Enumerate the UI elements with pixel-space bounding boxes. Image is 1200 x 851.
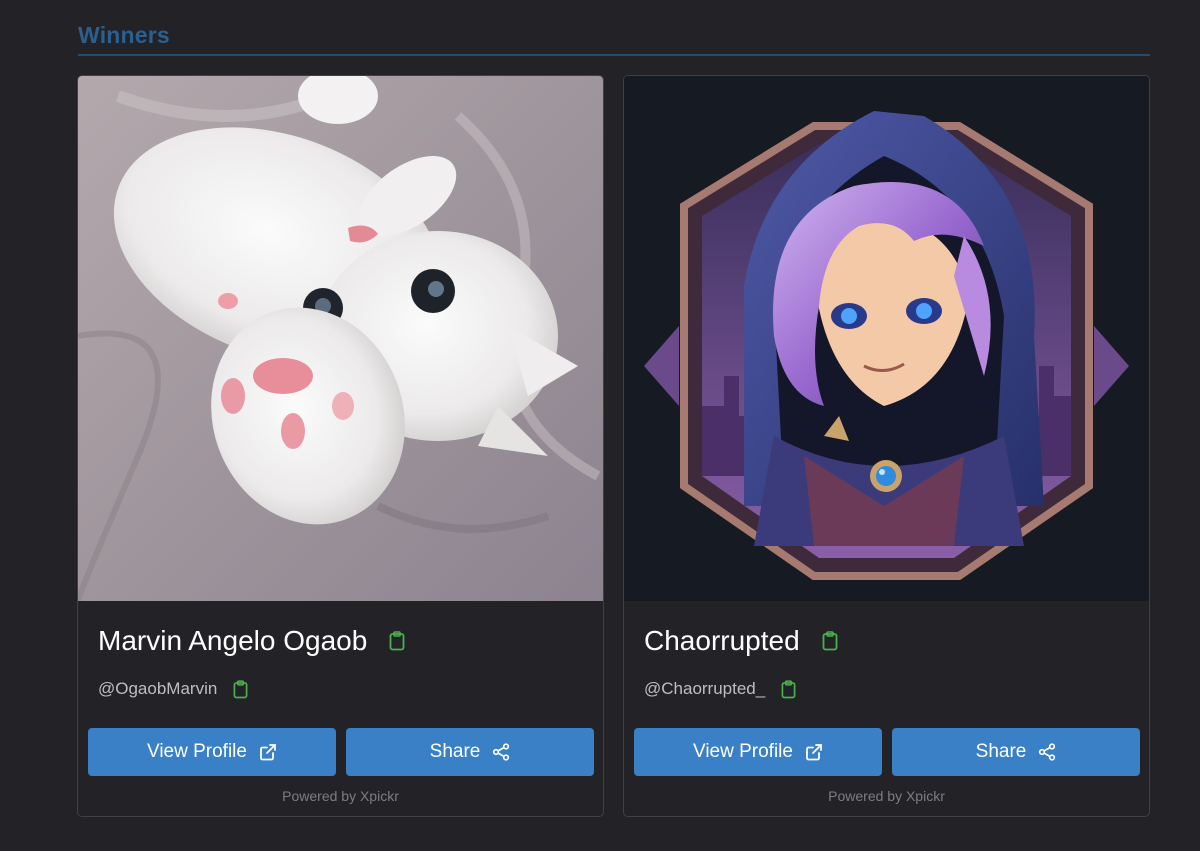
view-profile-label: View Profile bbox=[693, 741, 793, 762]
clipboard-icon[interactable] bbox=[233, 679, 248, 699]
clipboard-icon[interactable] bbox=[781, 679, 796, 699]
view-profile-button[interactable]: View Profile bbox=[88, 728, 336, 776]
winner-handle: @OgaobMarvin bbox=[98, 679, 218, 698]
share-nodes-icon bbox=[492, 743, 510, 761]
share-label: Share bbox=[975, 741, 1027, 762]
external-link-icon bbox=[259, 743, 277, 761]
external-link-icon bbox=[805, 743, 823, 761]
winner-card: Chaorrupted @Chaorrupted_ View Profile S… bbox=[623, 75, 1150, 817]
winner-name: Marvin Angelo Ogaob bbox=[98, 625, 368, 656]
winner-avatar-image bbox=[624, 76, 1149, 601]
section-title: Winners bbox=[78, 22, 170, 48]
clipboard-icon[interactable] bbox=[389, 631, 405, 651]
share-label: Share bbox=[429, 741, 481, 762]
view-profile-label: View Profile bbox=[147, 741, 247, 762]
share-button[interactable]: Share bbox=[346, 728, 594, 776]
winners-section-header: Winners bbox=[78, 18, 1150, 56]
powered-by-text: Powered by Xpickr bbox=[828, 788, 945, 804]
winner-name: Chaorrupted bbox=[644, 625, 800, 656]
view-profile-button[interactable]: View Profile bbox=[634, 728, 882, 776]
winner-handle: @Chaorrupted_ bbox=[644, 679, 766, 698]
powered-by-text: Powered by Xpickr bbox=[282, 788, 399, 804]
winner-card: Marvin Angelo Ogaob @OgaobMarvin View Pr… bbox=[77, 75, 604, 817]
share-nodes-icon bbox=[1038, 743, 1056, 761]
share-button[interactable]: Share bbox=[892, 728, 1140, 776]
winner-avatar-image bbox=[78, 76, 603, 601]
clipboard-icon[interactable] bbox=[822, 631, 838, 651]
